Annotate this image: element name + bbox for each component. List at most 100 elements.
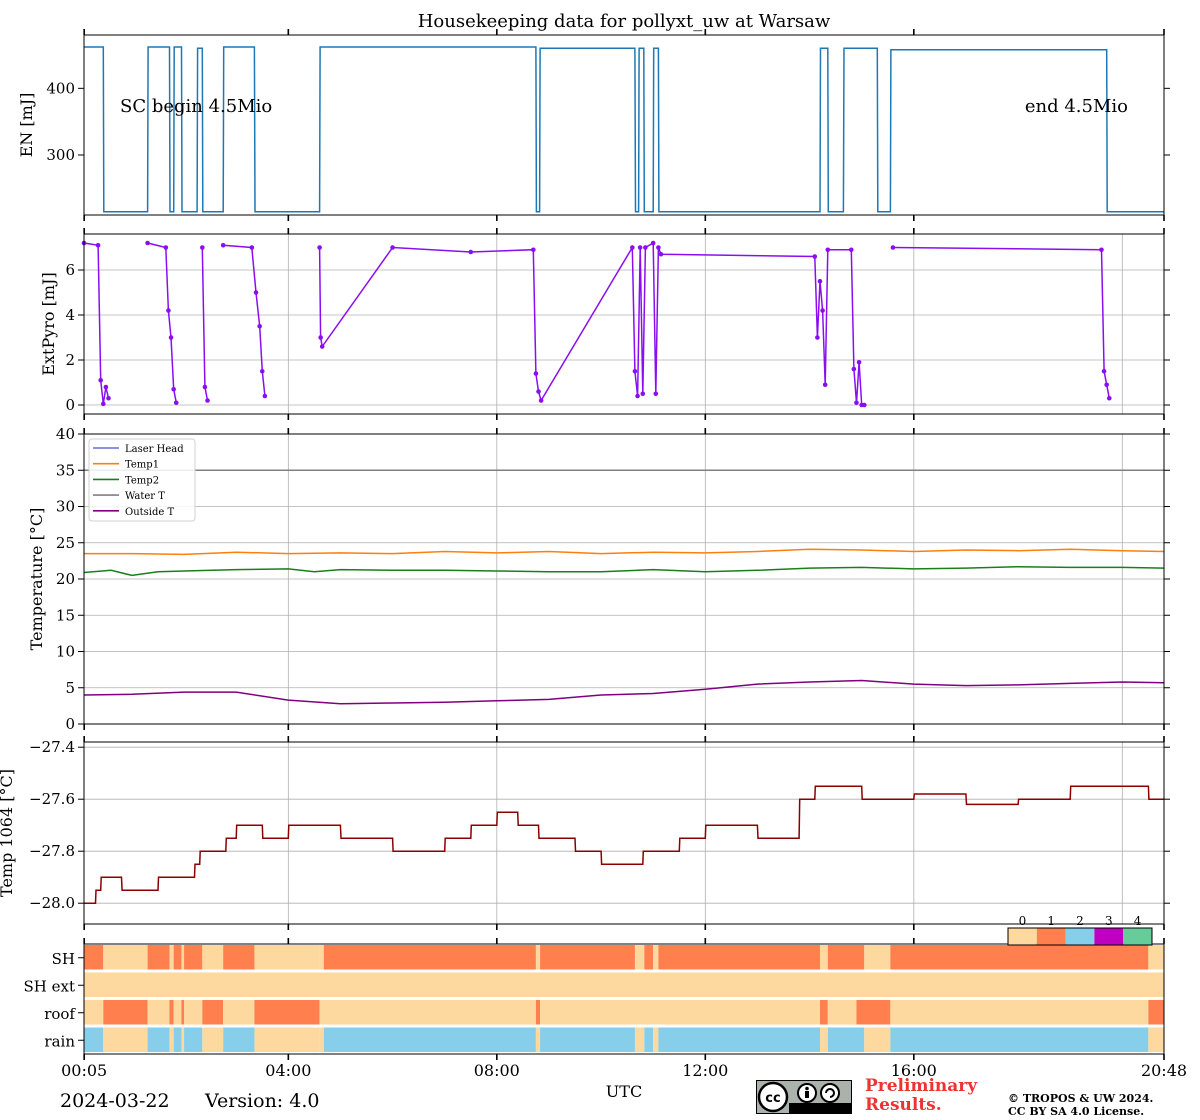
status-segment xyxy=(254,945,320,970)
color-scale-label: 3 xyxy=(1105,914,1113,928)
extpyro-point xyxy=(861,402,867,408)
status-segment xyxy=(323,1027,536,1052)
panel-status: SHSH extroofrain00:05 04:00 08:00 12:00 16:0… xyxy=(24,914,1188,1080)
y-tick-label: −27.4 xyxy=(29,738,75,756)
status-segment xyxy=(173,945,182,970)
legend-entry: Temp2 xyxy=(125,475,159,486)
extpyro-point xyxy=(168,335,174,340)
extpyro-point xyxy=(820,308,825,313)
status-segment xyxy=(1148,1000,1164,1025)
status-segment xyxy=(147,945,170,970)
x-tick-label: 20:48 xyxy=(1141,1061,1187,1080)
color-scale-swatch xyxy=(1094,928,1124,945)
status-segment xyxy=(644,945,654,970)
extpyro-point xyxy=(145,240,150,246)
status-segment xyxy=(856,1000,891,1025)
y-tick-label: 2 xyxy=(65,351,75,369)
extpyro-point xyxy=(1099,247,1104,253)
status-segment xyxy=(173,1000,182,1025)
status-segment xyxy=(1148,945,1164,970)
status-segment xyxy=(658,945,820,970)
status-segment xyxy=(540,1000,820,1025)
extpyro-point xyxy=(817,278,823,284)
y-tick-label: 30 xyxy=(56,498,75,516)
status-row-label: SH xyxy=(52,950,75,968)
extpyro-point xyxy=(531,247,536,253)
extpyro-point xyxy=(637,245,643,250)
date-label: 2024-03-22 xyxy=(60,1090,170,1112)
status-segment xyxy=(1148,1027,1164,1052)
legend-entry: Outside T xyxy=(125,507,174,518)
status-segment xyxy=(634,945,645,970)
color-scale-label: 4 xyxy=(1134,914,1142,928)
panel-temp1064: −28.0 −27.8 −27.6 −27.4 Temp 1064 [°C] xyxy=(0,736,1170,930)
legend-entry: Temp1 xyxy=(125,460,159,471)
extpyro-point xyxy=(635,393,640,399)
extpyro-point xyxy=(202,384,208,390)
extpyro-point xyxy=(205,398,210,403)
extpyro-point xyxy=(1106,395,1112,401)
extpyro-point xyxy=(163,245,169,250)
color-scale-swatch xyxy=(1065,928,1095,945)
series-line-temp1 xyxy=(84,548,1165,556)
status-segment xyxy=(319,1000,536,1025)
status-segment xyxy=(890,945,1149,970)
status-color-scale: 0 1 2 3 4 xyxy=(1007,914,1153,946)
extpyro-point xyxy=(812,254,818,259)
status-segment xyxy=(184,1027,203,1052)
status-row-label: roof xyxy=(44,1005,76,1023)
status-segment xyxy=(819,945,828,970)
y-tick-label: −28.0 xyxy=(29,894,75,912)
extpyro-point xyxy=(98,377,103,383)
status-segment xyxy=(103,945,148,970)
status-segment xyxy=(103,1000,148,1025)
extpyro-series-line xyxy=(83,241,1111,406)
copyright-line-2: CC BY SA 4.0 License. xyxy=(1008,1105,1145,1118)
status-segment xyxy=(223,1027,255,1052)
y-tick-label: 4 xyxy=(65,306,75,324)
y-tick-label: 15 xyxy=(56,606,75,624)
extpyro-point xyxy=(319,344,325,349)
svg-text:SA: SA xyxy=(825,1105,835,1113)
copyright-note: © TROPOS & UW 2024. CC BY SA 4.0 License… xyxy=(1008,1092,1153,1118)
status-row-label: SH ext xyxy=(24,977,76,995)
preliminary-results-note: Preliminary Results. xyxy=(865,1077,977,1115)
y-tick-label: 5 xyxy=(65,679,75,697)
status-segment xyxy=(181,1027,185,1052)
status-segment xyxy=(202,945,224,970)
extpyro-point xyxy=(825,247,831,253)
color-scale-label: 2 xyxy=(1076,914,1084,928)
color-scale-swatch xyxy=(1008,928,1037,945)
extpyro-point xyxy=(257,323,262,329)
extpyro-point xyxy=(220,242,226,248)
y-axis-label: ExtPyro [mJ] xyxy=(39,272,58,375)
status-segment xyxy=(535,1027,541,1052)
status-segment xyxy=(84,1000,104,1025)
x-tick-label: 04:00 xyxy=(265,1061,311,1080)
extpyro-point xyxy=(1101,368,1107,374)
y-tick-label: 400 xyxy=(46,79,75,97)
extpyro-point xyxy=(650,240,656,246)
svg-text:BY: BY xyxy=(803,1105,812,1113)
y-axis-label: Temperature [°C] xyxy=(27,508,46,651)
y-tick-label: 300 xyxy=(46,146,75,164)
extpyro-point xyxy=(103,384,109,390)
extpyro-point xyxy=(317,245,322,250)
x-tick-label: 08:00 xyxy=(474,1061,520,1080)
extpyro-point xyxy=(630,245,635,250)
status-segment xyxy=(254,1027,320,1052)
status-segment xyxy=(653,1027,659,1052)
extpyro-point xyxy=(658,251,664,257)
status-segment xyxy=(184,1000,203,1025)
extpyro-point xyxy=(171,386,176,392)
panel-extpyro: 0 2 4 6 ExtPyro [mJ] xyxy=(39,228,1170,420)
y-tick-label: 25 xyxy=(56,534,75,552)
status-segment xyxy=(173,1027,182,1052)
extpyro-point xyxy=(890,245,896,250)
y-tick-label: 35 xyxy=(56,461,75,479)
extpyro-point xyxy=(643,245,648,250)
status-segment xyxy=(184,945,203,970)
preliminary-line-1: Preliminary xyxy=(865,1076,978,1096)
panel-frame xyxy=(83,34,1165,216)
status-segment xyxy=(319,1027,324,1052)
